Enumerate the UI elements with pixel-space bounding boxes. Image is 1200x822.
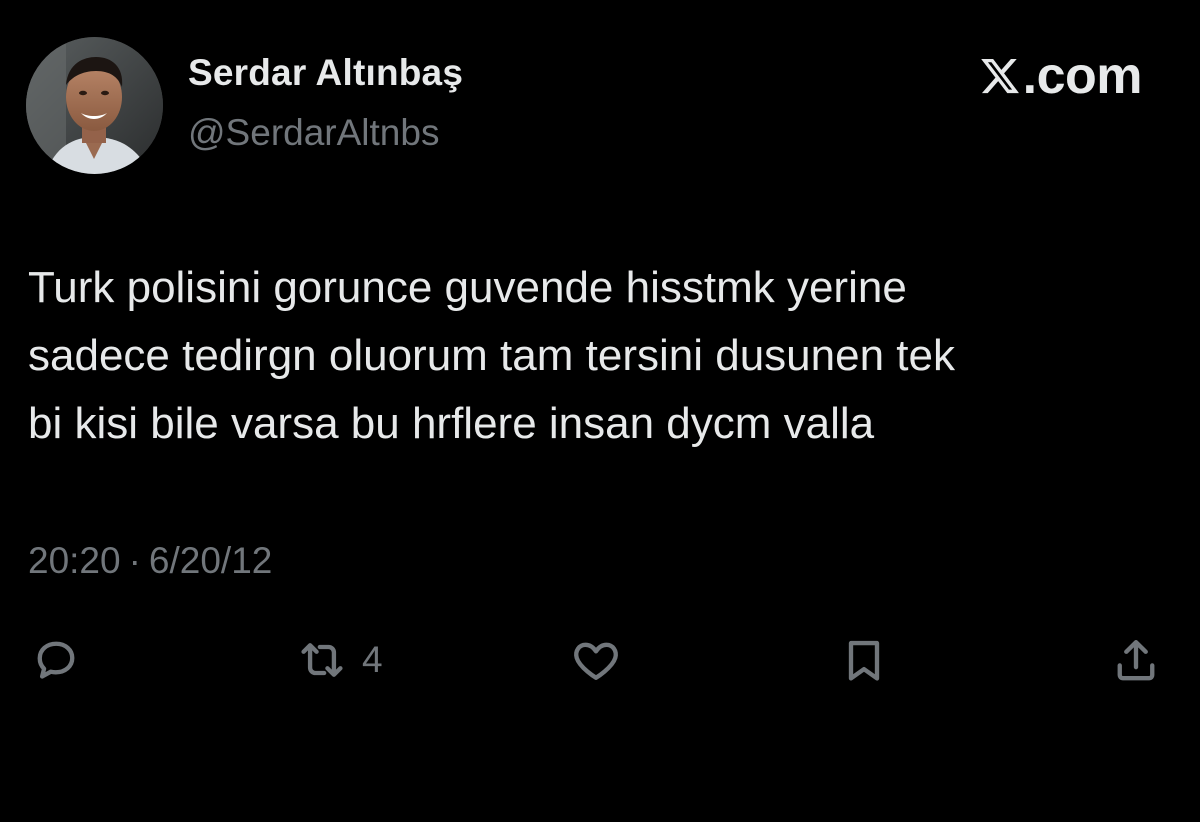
brand-domain-text: .com: [1022, 47, 1143, 105]
retweet-button[interactable]: 4: [296, 630, 383, 690]
avatar[interactable]: [26, 37, 163, 174]
reply-button[interactable]: [30, 630, 82, 690]
share-button[interactable]: [1110, 630, 1162, 690]
tweet-date: 6/20/12: [148, 540, 273, 581]
avatar-photo: [26, 37, 163, 174]
like-button[interactable]: [570, 630, 622, 690]
tweet-text: Turk polisini gorunce guvende hisstmk ye…: [28, 254, 1178, 458]
tweet-text-line: Turk polisini gorunce guvende hisstmk ye…: [28, 263, 907, 312]
author-display-name[interactable]: Serdar Altınbaş: [188, 52, 463, 94]
tweet-text-line: bi kisi bile varsa bu hrflere insan dycm…: [28, 399, 875, 448]
x-logo-icon: [980, 58, 1019, 94]
share-upload-icon: [1117, 640, 1155, 681]
timestamp-separator: ·: [128, 540, 141, 581]
bookmark-icon: [848, 640, 880, 681]
reply-bubble-icon: [37, 641, 75, 679]
author-handle[interactable]: @SerdarAltnbs: [188, 112, 439, 154]
tweet-timestamp[interactable]: 20:20 · 6/20/12: [28, 540, 272, 582]
bookmark-button[interactable]: [838, 630, 890, 690]
heart-icon: [574, 642, 618, 680]
retweet-count: 4: [362, 639, 383, 680]
tweet-time: 20:20: [28, 540, 121, 581]
tweet-text-line: sadece tedirgn oluorum tam tersini dusun…: [28, 331, 955, 380]
brand-watermark: .com: [979, 47, 1143, 105]
tweet-card: Serdar Altınbaş @SerdarAltnbs .com Turk …: [0, 0, 1200, 822]
retweet-icon: [301, 643, 343, 677]
